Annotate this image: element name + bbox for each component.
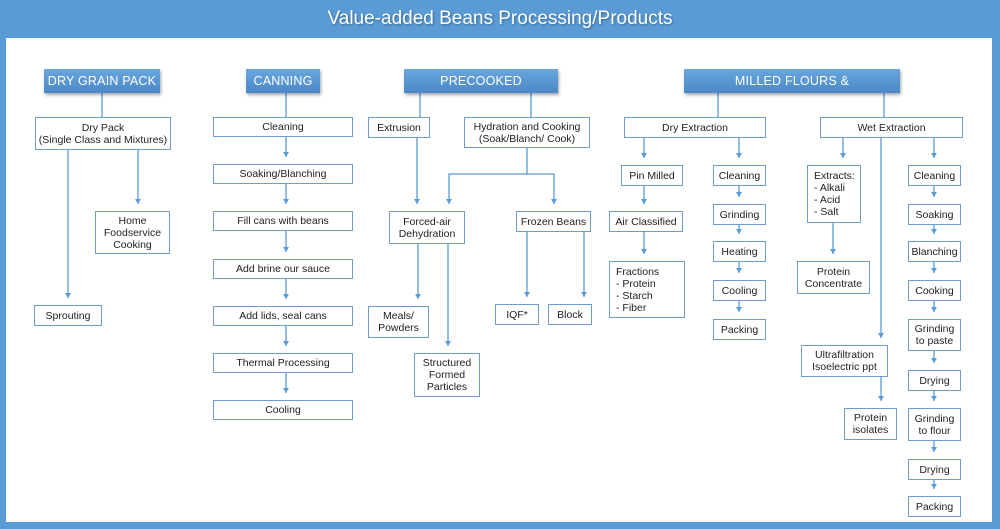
diagram-title: Value-added Beans Processing/Products [327, 8, 673, 29]
canning-step: Cleaning [213, 117, 353, 137]
wet-extraction-step: Grinding to paste [908, 319, 961, 351]
box-home-foodservice: Home Foodservice Cooking [95, 211, 170, 254]
box-dry-extraction: Dry Extraction [624, 117, 766, 138]
box-meals-powders: Meals/ Powders [368, 306, 429, 338]
header-canning: CANNING [246, 69, 320, 93]
box-fractions: Fractions - Protein - Starch - Fiber [609, 261, 685, 318]
canning-step: Soaking/Blanching [213, 164, 353, 184]
dry-extraction-step: Heating [713, 241, 766, 262]
wet-extraction-step: Packing [908, 496, 961, 517]
wet-extraction-step: Grinding to flour [908, 408, 961, 441]
box-forced-air-dehydration: Forced-air Dehydration [389, 211, 465, 244]
wet-extraction-step: Drying [908, 370, 961, 391]
canning-step: Add brine our sauce [213, 259, 353, 279]
box-protein-isolates: Protein isolates [844, 408, 897, 440]
dry-extraction-step: Packing [713, 319, 766, 340]
box-wet-extraction: Wet Extraction [820, 117, 963, 138]
box-ultrafiltration: Ultrafiltration Isoelectric ppt [801, 345, 888, 377]
canning-step: Thermal Processing [213, 353, 353, 373]
header-precooked-products: PRECOOKED PRODUCTS [404, 69, 558, 112]
box-dry-pack: Dry Pack (Single Class and Mixtures) [35, 117, 171, 150]
header-dry-grain-pack: DRY GRAIN PACK [44, 69, 160, 93]
wet-extraction-step: Blanching [908, 241, 961, 262]
box-sprouting: Sprouting [34, 305, 102, 326]
box-frozen-beans: Frozen Beans [516, 211, 591, 232]
canning-step: Fill cans with beans [213, 211, 353, 231]
box-block: Block [548, 304, 592, 325]
wet-extraction-step: Soaking [908, 204, 961, 225]
wet-extraction-step: Cooking [908, 280, 961, 301]
dry-extraction-step: Cooling [713, 280, 766, 301]
header-milled-flours: MILLED FLOURS & CONCENTRATES [684, 69, 900, 112]
canning-step: Cooling [213, 400, 353, 420]
box-extracts: Extracts: - Alkali - Acid - Salt [807, 165, 861, 223]
box-air-classified: Air Classified [609, 211, 683, 232]
dry-extraction-step: Cleaning [713, 165, 766, 186]
box-protein-concentrate: Protein Concentrate [797, 261, 870, 294]
box-extrusion: Extrusion [368, 117, 430, 138]
wet-extraction-step: Cleaning [908, 165, 961, 186]
box-hydration-cooking: Hydration and Cooking (Soak/Blanch/ Cook… [464, 117, 590, 148]
wet-extraction-step: Drying [908, 459, 961, 480]
box-pin-milled: Pin Milled [621, 165, 683, 186]
box-iqf: IQF* [495, 304, 539, 325]
canning-step: Add lids, seal cans [213, 306, 353, 326]
box-structured-particles: Structured Formed Particles [414, 353, 480, 397]
dry-extraction-step: Grinding [713, 204, 766, 225]
